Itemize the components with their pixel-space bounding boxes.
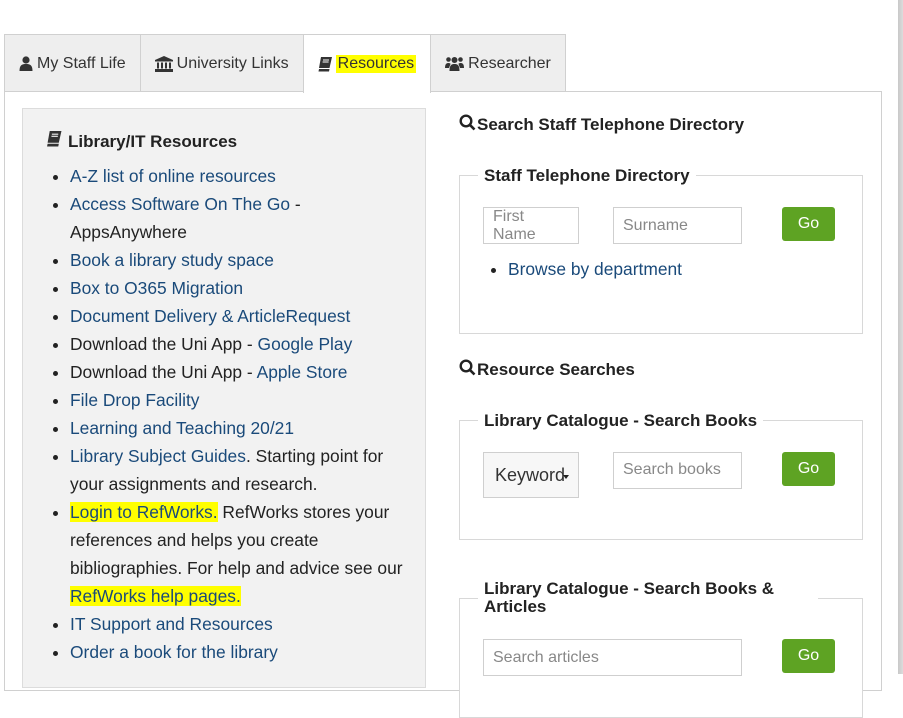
directory-links: Browse by department xyxy=(490,259,682,280)
order-book-link[interactable]: Order a book for the library xyxy=(70,642,278,662)
apple-store-link[interactable]: Apple Store xyxy=(257,362,348,382)
list-item: Document Delivery & ArticleRequest xyxy=(70,302,412,330)
box-o365-migration-link[interactable]: Box to O365 Migration xyxy=(70,278,243,298)
list-item: A-Z list of online resources xyxy=(70,162,412,190)
tab-label: University Links xyxy=(176,54,289,72)
list-item: Box to O365 Migration xyxy=(70,274,412,302)
tab-researcher[interactable]: Researcher xyxy=(430,34,566,92)
tab-my-staff-life[interactable]: My Staff Life xyxy=(4,34,141,92)
list-item: Library Subject Guides. Starting point f… xyxy=(70,442,412,498)
book-icon xyxy=(46,131,68,152)
list-item: Order a book for the library xyxy=(70,638,412,666)
page-scrollbar[interactable] xyxy=(898,0,903,674)
staff-directory-fieldset: Staff Telephone Directory xyxy=(459,167,863,334)
search-articles-input[interactable]: Search articles xyxy=(483,639,742,676)
tab-resources[interactable]: Resources xyxy=(302,34,432,93)
university-icon xyxy=(154,55,173,72)
book-study-space-link[interactable]: Book a library study space xyxy=(70,250,274,270)
list-item: File Drop Facility xyxy=(70,386,412,414)
book-icon xyxy=(318,56,332,72)
google-play-link[interactable]: Google Play xyxy=(258,334,353,354)
resource-searches-heading: Resource Searches xyxy=(459,359,635,381)
first-name-input[interactable]: First Name xyxy=(483,207,579,244)
user-icon xyxy=(19,56,33,71)
access-software-link[interactable]: Access Software On The Go xyxy=(70,194,290,214)
search-articles-legend: Library Catalogue - Search Books & Artic… xyxy=(478,580,818,616)
subject-guides-link[interactable]: Library Subject Guides xyxy=(70,446,246,466)
az-online-resources-link[interactable]: A-Z list of online resources xyxy=(70,166,276,186)
users-icon xyxy=(445,56,465,71)
search-articles-go-button[interactable]: Go xyxy=(782,639,835,673)
tab-label: Resources xyxy=(335,55,417,73)
library-resources-list: A-Z list of online resources Access Soft… xyxy=(52,162,412,666)
list-item: Login to RefWorks. RefWorks stores your … xyxy=(70,498,412,610)
it-support-link[interactable]: IT Support and Resources xyxy=(70,614,273,634)
search-books-go-button[interactable]: Go xyxy=(782,452,835,486)
file-drop-link[interactable]: File Drop Facility xyxy=(70,390,200,410)
search-books-legend: Library Catalogue - Search Books xyxy=(478,412,764,430)
search-books-input[interactable]: Search books xyxy=(613,452,742,489)
tab-label: My Staff Life xyxy=(37,54,126,72)
caret-down-icon xyxy=(563,474,570,479)
tab-bar: My Staff Life University Links Resources… xyxy=(4,34,566,93)
tab-label: Researcher xyxy=(468,54,551,72)
surname-input[interactable]: Surname xyxy=(613,207,742,244)
search-icon xyxy=(459,114,477,136)
library-resources-title: Library/IT Resources xyxy=(46,131,237,152)
search-type-select[interactable]: Keyword xyxy=(483,452,579,498)
list-item: Download the Uni App - Google Play xyxy=(70,330,412,358)
browse-by-department-link[interactable]: Browse by department xyxy=(508,259,682,279)
refworks-help-link[interactable]: RefWorks help pages. xyxy=(70,586,241,606)
staff-directory-heading: Search Staff Telephone Directory xyxy=(459,114,744,136)
tab-university-links[interactable]: University Links xyxy=(139,34,304,92)
directory-go-button[interactable]: Go xyxy=(782,207,835,241)
document-delivery-link[interactable]: Document Delivery & ArticleRequest xyxy=(70,306,350,326)
learning-teaching-link[interactable]: Learning and Teaching 20/21 xyxy=(70,418,294,438)
list-item: IT Support and Resources xyxy=(70,610,412,638)
staff-directory-legend: Staff Telephone Directory xyxy=(478,167,696,185)
list-item: Download the Uni App - Apple Store xyxy=(70,358,412,386)
list-item: Browse by department xyxy=(508,259,682,280)
search-icon xyxy=(459,359,477,381)
list-item: Access Software On The Go - AppsAnywhere xyxy=(70,190,412,246)
refworks-login-link[interactable]: Login to RefWorks. xyxy=(70,502,218,522)
list-item: Book a library study space xyxy=(70,246,412,274)
list-item: Learning and Teaching 20/21 xyxy=(70,414,412,442)
